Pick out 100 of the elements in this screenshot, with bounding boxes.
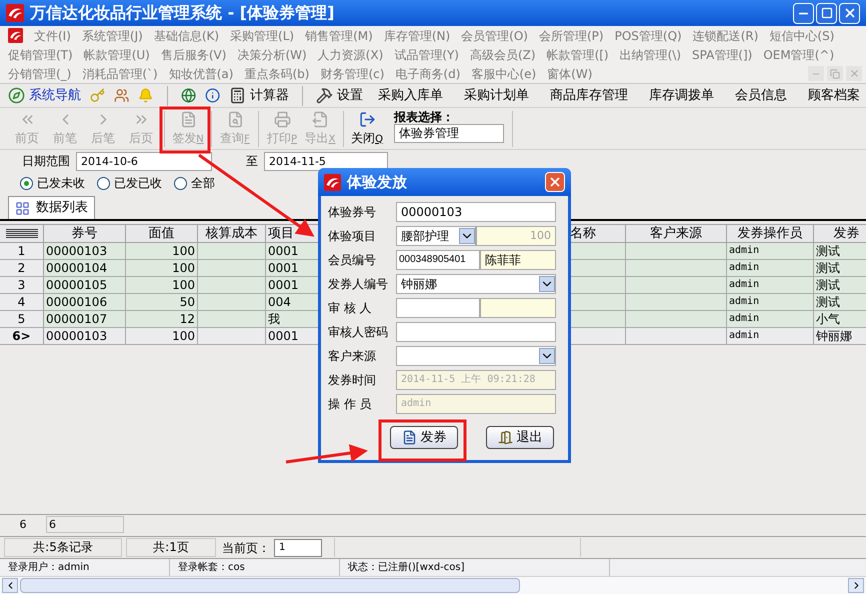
- toolbar-button[interactable]: 计算器: [229, 86, 290, 106]
- menu-item[interactable]: 系统管理(J): [82, 26, 143, 44]
- close-icon: [548, 175, 562, 189]
- current-page-field[interactable]: 1: [274, 538, 322, 556]
- menu-item[interactable]: 连锁配送(R): [692, 26, 758, 44]
- column-header[interactable]: 发券操作员: [727, 225, 814, 242]
- close-button[interactable]: [545, 172, 565, 192]
- column-header[interactable]: 券号: [44, 225, 126, 242]
- menu-item[interactable]: 试品管理(Y): [394, 46, 459, 64]
- text-field[interactable]: 00000103: [396, 202, 556, 222]
- text-field[interactable]: [396, 322, 556, 342]
- scroll-left-icon[interactable]: [2, 578, 18, 593]
- toolbar-button[interactable]: 顾客档案: [802, 86, 866, 106]
- dropdown-field[interactable]: 钟丽娜: [396, 274, 556, 294]
- row-header[interactable]: 1: [0, 243, 44, 259]
- table-cell: 测试: [816, 278, 840, 292]
- exit-button[interactable]: 退出: [486, 426, 554, 449]
- app-logo-icon: [8, 28, 23, 43]
- column-header[interactable]: 面值: [126, 225, 198, 242]
- menu-item[interactable]: 会所管理(P): [538, 26, 604, 44]
- filter-radio[interactable]: 已发未收: [20, 174, 85, 192]
- menu-item[interactable]: 电子商务(d): [395, 64, 460, 82]
- dropdown-icon[interactable]: [539, 348, 555, 364]
- menu-item[interactable]: 财务管理(c): [320, 64, 384, 82]
- report-select-field[interactable]: 体验券管理: [394, 124, 504, 143]
- menu-item[interactable]: 库存管理(N): [384, 26, 450, 44]
- menu-item[interactable]: 文件(I): [34, 26, 71, 44]
- dropdown-field[interactable]: 腰部护理: [396, 226, 476, 246]
- menu-item[interactable]: 帐款管理(U): [84, 46, 150, 64]
- row-header[interactable]: 2: [0, 260, 44, 276]
- menu-item[interactable]: 人力资源(X): [318, 46, 384, 64]
- column-header[interactable]: 发券: [814, 225, 866, 242]
- close-button[interactable]: [839, 2, 860, 24]
- menu-item[interactable]: 出纳管理(\): [620, 46, 682, 64]
- data-list-tab[interactable]: 数据列表: [8, 196, 95, 219]
- menu-item[interactable]: 知妆优普(a): [168, 64, 234, 82]
- menu-item[interactable]: 消耗品管理(`): [82, 64, 158, 82]
- code-field[interactable]: [396, 298, 480, 318]
- menu-item[interactable]: 会员管理(O): [461, 26, 528, 44]
- menu-item[interactable]: 窗体(W): [547, 64, 592, 82]
- menu-item[interactable]: 客服中心(e): [471, 64, 536, 82]
- menu-item[interactable]: 售后服务(V): [160, 46, 226, 64]
- table-cell: 00000106: [46, 295, 108, 309]
- horizontal-scrollbar[interactable]: [0, 576, 866, 594]
- toolbar-button[interactable]: 采购计划单: [458, 86, 535, 106]
- filter-radio[interactable]: 已发已收: [97, 174, 162, 192]
- toolbar-button[interactable]: 系统导航: [8, 86, 81, 106]
- menu-item[interactable]: 销售管理(M): [305, 26, 373, 44]
- field-label: 发券时间: [328, 372, 377, 388]
- restore-icon: [830, 68, 840, 78]
- menu-item[interactable]: POS管理(Q): [614, 26, 682, 44]
- issue-button[interactable]: 发券: [390, 426, 458, 449]
- app-logo-icon: [324, 174, 341, 190]
- table-cell: 004: [268, 295, 291, 309]
- row-header[interactable]: 5: [0, 311, 44, 327]
- row-header[interactable]: 3: [0, 277, 44, 293]
- dropdown-icon[interactable]: [459, 228, 475, 244]
- info-icon[interactable]: [204, 87, 220, 104]
- readonly-field: admin: [396, 394, 556, 414]
- menu-item[interactable]: 决策分析(W): [237, 46, 307, 64]
- date-to-field[interactable]: 2014-11-5: [264, 152, 388, 170]
- filter-radio[interactable]: 全部: [174, 174, 215, 192]
- field-label: 体验项目: [328, 228, 377, 244]
- menu-item[interactable]: OEM管理(^): [763, 46, 834, 64]
- compass-icon: [8, 87, 25, 104]
- table-cell: admin: [729, 313, 760, 324]
- toolbar-button[interactable]: 会员信息: [728, 86, 793, 106]
- maximize-button[interactable]: [816, 2, 837, 24]
- menu-item[interactable]: 采购管理(L): [230, 26, 294, 44]
- toolbar-button[interactable]: 设置: [316, 86, 363, 106]
- row-header[interactable]: 4: [0, 294, 44, 310]
- menu-item[interactable]: 基础信息(K): [154, 26, 220, 44]
- dropdown-field[interactable]: [396, 346, 556, 366]
- toolbar-button[interactable]: 商品库存管理: [544, 86, 634, 106]
- globe-icon[interactable]: [180, 87, 196, 104]
- people-icon[interactable]: [114, 87, 130, 104]
- minimize-button[interactable]: [793, 2, 814, 24]
- menu-item[interactable]: SPA管理(]): [692, 46, 752, 64]
- date-from-field[interactable]: 2014-10-6: [76, 152, 212, 170]
- key-icon[interactable]: [90, 87, 106, 104]
- code-field[interactable]: 000348905401: [396, 250, 480, 270]
- table-cell: 00000107: [46, 312, 108, 326]
- scroll-right-icon[interactable]: [848, 578, 864, 593]
- exit-icon: [358, 110, 376, 128]
- menu-item[interactable]: 短信中心(S): [769, 26, 834, 44]
- menu-item[interactable]: 重点条码(b): [244, 64, 310, 82]
- menu-item[interactable]: 帐款管理([): [546, 46, 609, 64]
- menu-item[interactable]: 促销管理(T): [8, 46, 73, 64]
- toolbar-button[interactable]: 库存调拨单: [642, 86, 720, 106]
- toolbar-button[interactable]: 关闭Q: [348, 108, 386, 148]
- column-header[interactable]: 核算成本: [198, 225, 266, 242]
- calculator-icon: [229, 87, 246, 104]
- column-header[interactable]: 客户来源: [626, 225, 727, 242]
- toolbar-button[interactable]: 采购入库单: [372, 86, 449, 106]
- lines-icon: [6, 229, 38, 238]
- menu-item[interactable]: 分销管理(_): [8, 64, 72, 82]
- dropdown-icon[interactable]: [539, 276, 555, 292]
- menu-item[interactable]: 高级会员(Z): [470, 46, 536, 64]
- table-cell: 我: [268, 312, 280, 326]
- table-cell: 100: [172, 244, 195, 258]
